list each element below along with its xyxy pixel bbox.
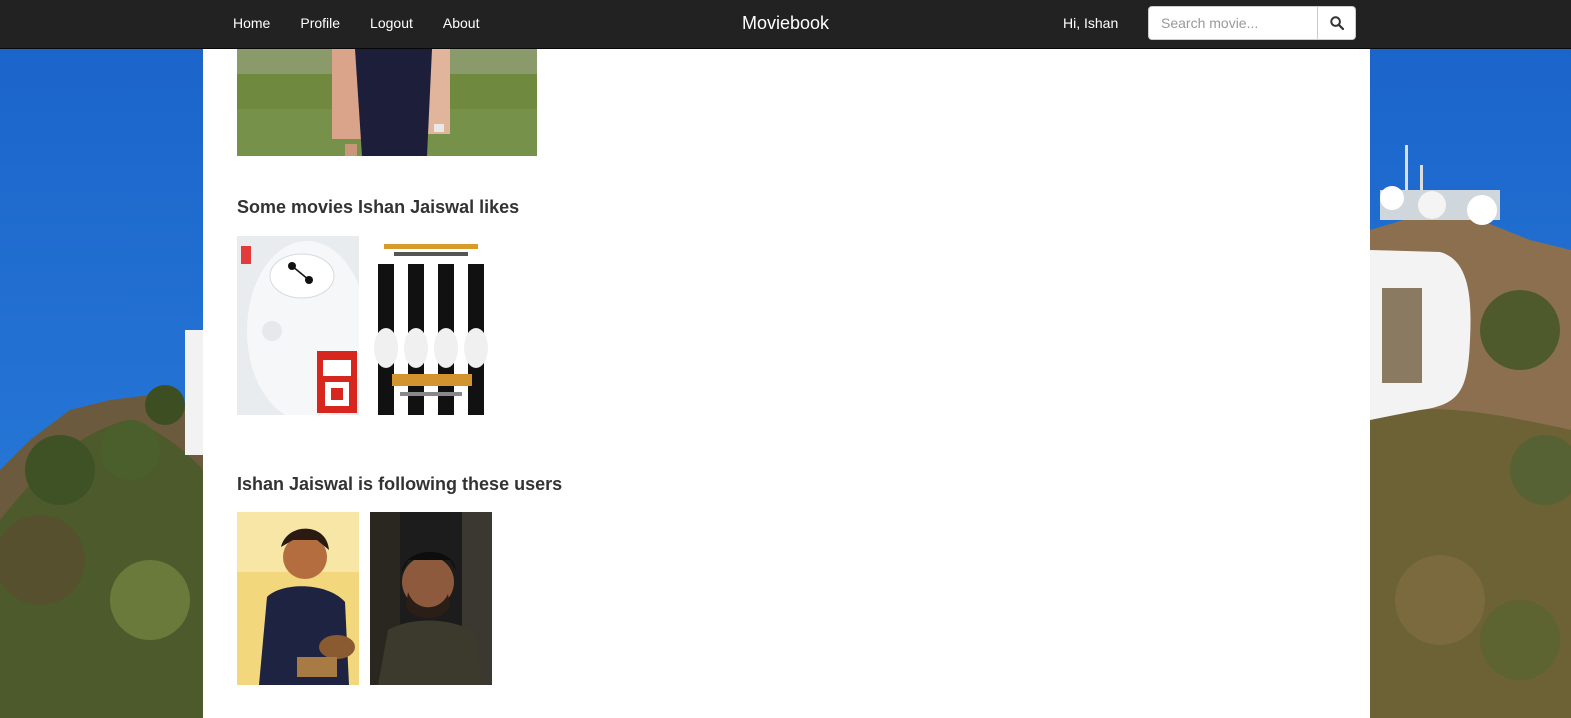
- search-icon: [1329, 16, 1344, 30]
- movie-poster-penguins[interactable]: [370, 236, 492, 415]
- profile-photo: [237, 49, 537, 156]
- nav-logout-link[interactable]: Logout: [355, 0, 428, 48]
- top-navbar: Home Profile Logout About Moviebook Hi, …: [0, 0, 1571, 49]
- movie-poster-big-hero-6[interactable]: [237, 236, 359, 415]
- followed-user-avatar[interactable]: [237, 512, 359, 685]
- nav-home-link[interactable]: Home: [218, 0, 285, 48]
- liked-movies-heading: Some movies Ishan Jaiswal likes: [237, 197, 520, 217]
- search-button[interactable]: [1318, 6, 1356, 40]
- search-input[interactable]: [1148, 6, 1318, 40]
- nav-about-link[interactable]: About: [428, 0, 495, 48]
- user-greeting: Hi, Ishan: [1063, 15, 1119, 31]
- nav-profile-link[interactable]: Profile: [285, 0, 355, 48]
- search-form: [1148, 6, 1356, 40]
- brand-link[interactable]: Moviebook: [742, 13, 829, 33]
- following-users-heading: Ishan Jaiswal is following these users: [237, 474, 563, 494]
- profile-content-panel: Some movies Ishan Jaiswal likes Ishan Ja…: [203, 49, 1370, 718]
- followed-user-avatar[interactable]: [370, 512, 492, 685]
- nav-links: Home Profile Logout About: [218, 0, 494, 48]
